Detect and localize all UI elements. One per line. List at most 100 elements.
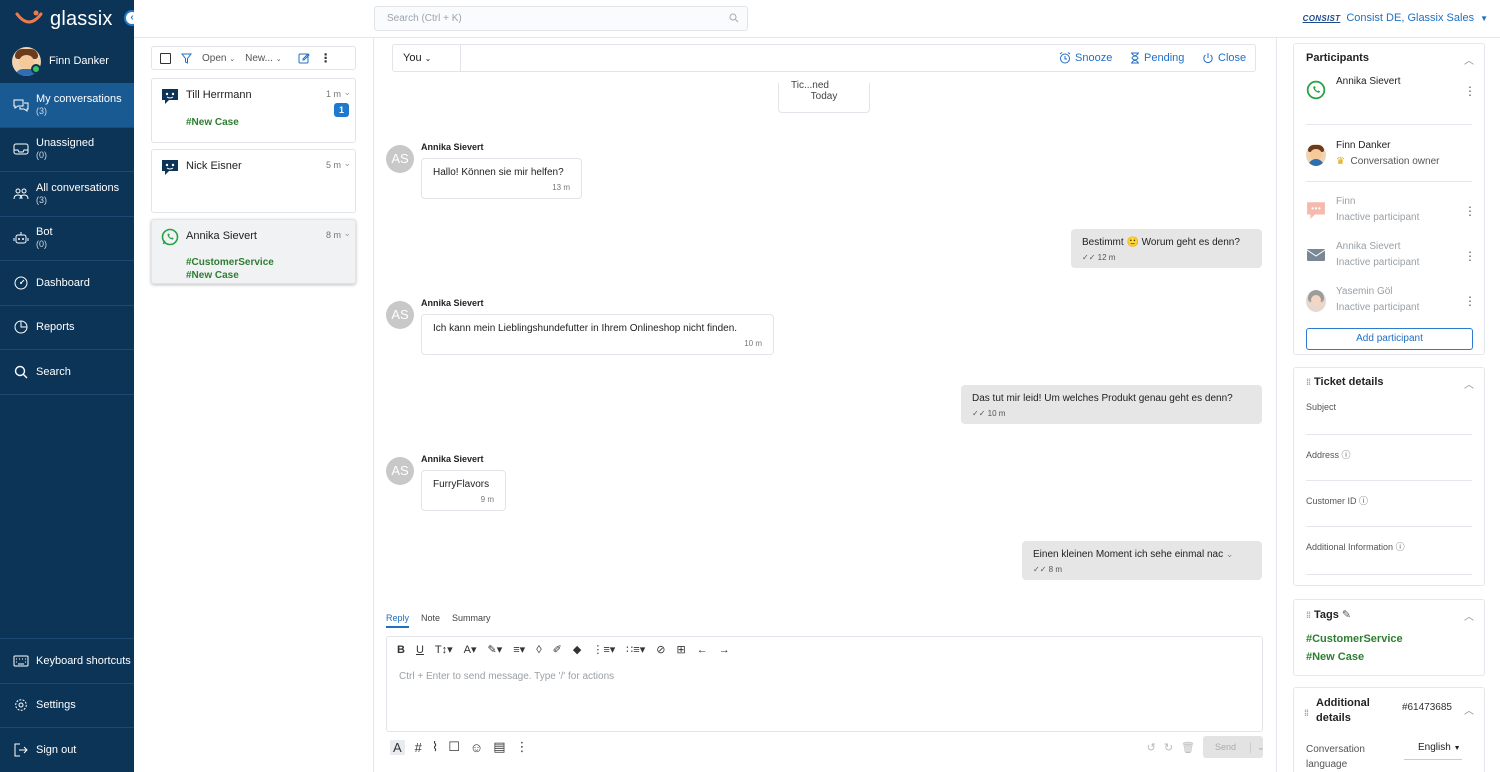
chevron-up-icon[interactable]: ︿ <box>1464 376 1474 391</box>
canned-reply-icon[interactable]: ☐ <box>448 739 460 755</box>
emoji-icon[interactable]: ☺ <box>470 740 483 755</box>
nav-item-reports[interactable]: Reports <box>0 306 134 350</box>
undo-icon[interactable]: ↺ <box>1147 741 1156 754</box>
font-color-icon[interactable]: A▾ <box>464 643 477 656</box>
hashtag-icon[interactable]: # <box>415 740 422 755</box>
chevron-down-icon[interactable]: ⌄ <box>1226 549 1234 559</box>
read-check-icon: ✓✓ <box>972 409 986 418</box>
snooze-button[interactable]: Snooze <box>1059 52 1112 64</box>
nav-item-all-conversations[interactable]: All conversations (3) <box>0 172 134 217</box>
mail-icon <box>1306 249 1326 261</box>
nav-item-unassigned[interactable]: Unassigned (0) <box>0 128 134 172</box>
paperclip-icon[interactable]: ⌇ <box>432 739 438 755</box>
bullet-list-icon[interactable]: ∷≡▾ <box>626 643 645 656</box>
text-color-drop-icon[interactable]: ◊ <box>536 644 541 656</box>
chevron-down-icon[interactable]: ⌄ <box>343 87 351 98</box>
compose-icon[interactable] <box>298 52 310 64</box>
tab-note[interactable]: Note <box>421 613 440 628</box>
participant-menu-icon[interactable]: ⋮ <box>1464 249 1476 263</box>
eraser-icon[interactable]: ◆ <box>573 643 581 656</box>
conversation-card-selected[interactable]: Annika Sievert 8 m ⌄ #CustomerService #N… <box>151 219 356 284</box>
chat-panel: You ⌄ Snooze Pending Close Tic...ned Tod… <box>375 38 1275 772</box>
message-composer[interactable]: B U T↕▾ A▾ ✎▾ ≡▾ ◊ ✐ ◆ ⋮≡▾ ∷≡▾ ⊘ ⊞ ← → C… <box>386 636 1263 732</box>
template-icon[interactable]: ▤ <box>493 739 505 755</box>
undo-arrow-icon[interactable]: ← <box>697 644 708 656</box>
global-search-input[interactable]: Search (Ctrl + K) <box>374 6 748 31</box>
address-input[interactable] <box>1306 480 1472 481</box>
info-icon[interactable]: ⓘ <box>1396 542 1405 552</box>
additional-info-input[interactable] <box>1306 574 1472 575</box>
tag-item[interactable]: #CustomerService <box>1306 633 1403 645</box>
select-all-checkbox[interactable] <box>160 52 171 64</box>
tab-summary[interactable]: Summary <box>452 613 491 628</box>
subject-input[interactable] <box>1306 434 1472 435</box>
nav-item-dashboard[interactable]: Dashboard <box>0 261 134 306</box>
tab-reply[interactable]: Reply <box>386 613 410 628</box>
conversation-card[interactable]: Nick Eisner 5 m ⌄ <box>151 149 356 213</box>
nav-item-bot[interactable]: Bot (0) <box>0 217 134 261</box>
message-thread: Tic...ned Today AS Annika Sievert Hallo!… <box>375 78 1275 638</box>
organization-switcher[interactable]: CONSIST Consist DE, Glassix Sales ▼ <box>1303 12 1488 24</box>
more-options-icon[interactable]: ⋮ <box>516 739 529 755</box>
message-text: Das tut mir leid! Um welches Produkt gen… <box>972 393 1233 404</box>
nav-item-search[interactable]: Search <box>0 350 134 395</box>
status-filter-dropdown[interactable]: Open ⌄ <box>202 53 235 64</box>
language-select[interactable]: English ▼ <box>1404 740 1462 760</box>
incoming-message: Ich kann mein Lieblingshundefutter in Ih… <box>421 314 774 355</box>
brush-icon[interactable]: ✐ <box>553 643 562 656</box>
nav-label: Search <box>36 365 71 378</box>
more-options-icon[interactable]: ⋮ <box>320 51 332 65</box>
add-participant-button[interactable]: Add participant <box>1306 328 1473 350</box>
participant-role: Inactive participant <box>1336 257 1420 268</box>
highlight-icon[interactable]: ✎▾ <box>488 643 503 656</box>
user-profile[interactable]: Finn Danker <box>0 40 134 82</box>
font-size-icon[interactable]: T↕▾ <box>435 643 453 656</box>
additional-details-card: ⁞⁞ Additional details #61473685 ︿ Convers… <box>1293 687 1485 772</box>
chevron-up-icon[interactable]: ︿ <box>1464 608 1474 623</box>
align-icon[interactable]: ≡▾ <box>513 643 525 656</box>
participant-menu-icon[interactable]: ⋮ <box>1464 204 1476 218</box>
chevron-down-icon[interactable]: ⌄ <box>343 228 351 239</box>
drag-handle-icon[interactable]: ⁞⁞ <box>1304 706 1309 721</box>
nav-item-keyboard-shortcuts[interactable]: Keyboard shortcuts <box>0 639 134 684</box>
sort-dropdown[interactable]: New... ⌄ <box>245 53 281 64</box>
glassix-logo[interactable]: glassix <box>14 4 113 34</box>
filter-icon[interactable] <box>181 53 192 64</box>
top-bar: Search (Ctrl + K) CONSIST Consist DE, Gl… <box>134 0 1500 38</box>
redo-icon[interactable]: ↻ <box>1164 741 1173 754</box>
chevron-down-icon[interactable]: ⌄ <box>343 158 351 169</box>
send-button[interactable]: Send ⌄ <box>1203 736 1265 758</box>
link-icon[interactable]: ⊘ <box>656 643 665 656</box>
nav-item-my-conversations[interactable]: My conversations (3) <box>0 83 134 128</box>
people-icon <box>12 185 30 203</box>
conversation-language-label: Conversation language <box>1306 744 1365 770</box>
participant-menu-icon[interactable]: ⋮ <box>1464 294 1476 308</box>
field-label-subject: Subject <box>1306 402 1337 412</box>
drag-handle-icon[interactable]: ⁞⁞ <box>1306 610 1311 620</box>
nav-item-sign-out[interactable]: Sign out <box>0 728 134 772</box>
redo-arrow-icon[interactable]: → <box>719 644 730 656</box>
close-conversation-button[interactable]: Close <box>1202 52 1246 64</box>
table-icon[interactable]: ⊞ <box>676 643 685 656</box>
conversation-card[interactable]: Till Herrmann 1 m ⌄ 1 #New Case <box>151 78 356 143</box>
pending-button[interactable]: Pending <box>1130 52 1184 64</box>
chevron-up-icon[interactable]: ︿ <box>1464 52 1474 67</box>
assignee-dropdown[interactable]: You ⌄ <box>393 45 461 71</box>
nav-item-settings[interactable]: Settings <box>0 684 134 728</box>
text-format-icon[interactable]: A <box>390 739 405 755</box>
trash-icon[interactable]: 🗑 <box>1181 741 1195 754</box>
participant-menu-icon[interactable]: ⋮ <box>1464 84 1476 98</box>
tag-item[interactable]: #New Case <box>1306 651 1364 663</box>
chat-header: You ⌄ Snooze Pending Close <box>392 44 1256 72</box>
info-icon[interactable]: ⓘ <box>1359 496 1368 506</box>
pencil-icon[interactable]: ✎ <box>1342 609 1351 621</box>
additional-details-title: Additional details <box>1316 697 1370 724</box>
customer-id-input[interactable] <box>1306 526 1472 527</box>
webchat-icon <box>162 160 178 175</box>
info-icon[interactable]: ⓘ <box>1342 450 1351 460</box>
ordered-list-icon[interactable]: ⋮≡▾ <box>592 643 615 656</box>
bold-icon[interactable]: B <box>397 644 405 656</box>
drag-handle-icon[interactable]: ⁞⁞ <box>1306 377 1311 387</box>
underline-icon[interactable]: U <box>416 644 424 656</box>
chevron-up-icon[interactable]: ︿ <box>1464 702 1474 717</box>
